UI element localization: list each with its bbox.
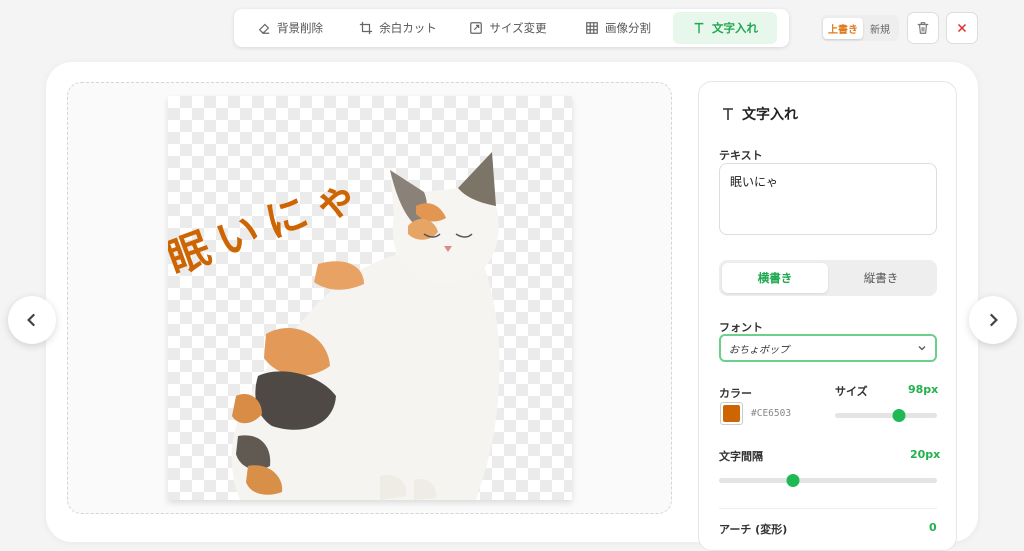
spacing-slider-thumb[interactable] xyxy=(786,474,800,487)
color-hex: #CE6503 xyxy=(751,408,792,419)
new-option[interactable]: 新規 xyxy=(865,18,895,39)
next-image-button[interactable] xyxy=(969,296,1017,344)
cat-photo: 眠いにゃ xyxy=(168,152,500,500)
color-swatch-fill xyxy=(723,405,740,422)
tab-margin-crop[interactable]: 余白カット xyxy=(343,12,453,44)
size-slider-thumb[interactable] xyxy=(892,409,906,422)
vertical-option[interactable]: 縦書き xyxy=(828,263,934,293)
tab-label: サイズ変更 xyxy=(489,21,547,35)
spacing-slider[interactable] xyxy=(719,474,937,487)
size-slider[interactable] xyxy=(835,409,937,422)
trash-icon xyxy=(917,22,929,34)
tab-resize[interactable]: サイズ変更 xyxy=(453,12,563,44)
tab-label: 背景削除 xyxy=(277,21,323,35)
font-select[interactable]: おちょボップ xyxy=(719,334,937,362)
close-button[interactable] xyxy=(946,12,978,44)
color-swatch[interactable] xyxy=(720,402,743,425)
save-mode-toggle: 上書き 新規 xyxy=(821,15,899,41)
tab-background-removal[interactable]: 背景削除 xyxy=(237,12,343,44)
tab-label: 画像分割 xyxy=(605,21,651,35)
overwrite-option[interactable]: 上書き xyxy=(823,17,863,39)
crop-icon xyxy=(360,21,373,35)
resize-icon xyxy=(470,22,483,34)
eraser-icon xyxy=(258,23,270,34)
grid-icon xyxy=(586,22,598,34)
size-label: サイズ xyxy=(835,385,868,398)
arch-label: アーチ (変形) xyxy=(719,523,788,536)
tab-text-insert[interactable]: 文字入れ xyxy=(673,12,777,44)
chevron-right-icon xyxy=(989,313,998,327)
tool-tabs: 背景削除 余白カット サイズ変更 画像分割 文字入れ xyxy=(234,9,789,47)
tab-label: 余白カット xyxy=(379,21,437,35)
horizontal-option[interactable]: 横書き xyxy=(722,263,828,293)
delete-button[interactable] xyxy=(907,12,939,44)
text-input[interactable]: 眠いにゃ xyxy=(719,163,937,235)
chevron-left-icon xyxy=(27,313,36,327)
spacing-label: 文字間隔 xyxy=(719,450,763,463)
text-icon xyxy=(694,22,704,34)
font-select-value: おちょボップ xyxy=(729,344,789,356)
font-label: フォント xyxy=(719,321,763,334)
size-value: 98px xyxy=(908,383,939,396)
orientation-toggle: 横書き 縦書き xyxy=(719,260,937,296)
chevron-down-icon xyxy=(918,346,926,351)
panel-title: 文字入れ xyxy=(720,104,798,124)
spacing-value: 20px xyxy=(910,448,941,461)
divider xyxy=(719,508,937,509)
arch-value: 0 xyxy=(929,521,937,534)
image-canvas[interactable]: 眠いにゃ xyxy=(168,96,572,500)
tab-label: 文字入れ xyxy=(712,21,758,35)
text-label: テキスト xyxy=(719,149,763,162)
close-icon xyxy=(957,23,967,33)
tab-image-split[interactable]: 画像分割 xyxy=(563,12,673,44)
color-label: カラー xyxy=(719,387,752,400)
previous-image-button[interactable] xyxy=(8,296,56,344)
text-icon xyxy=(723,108,733,120)
